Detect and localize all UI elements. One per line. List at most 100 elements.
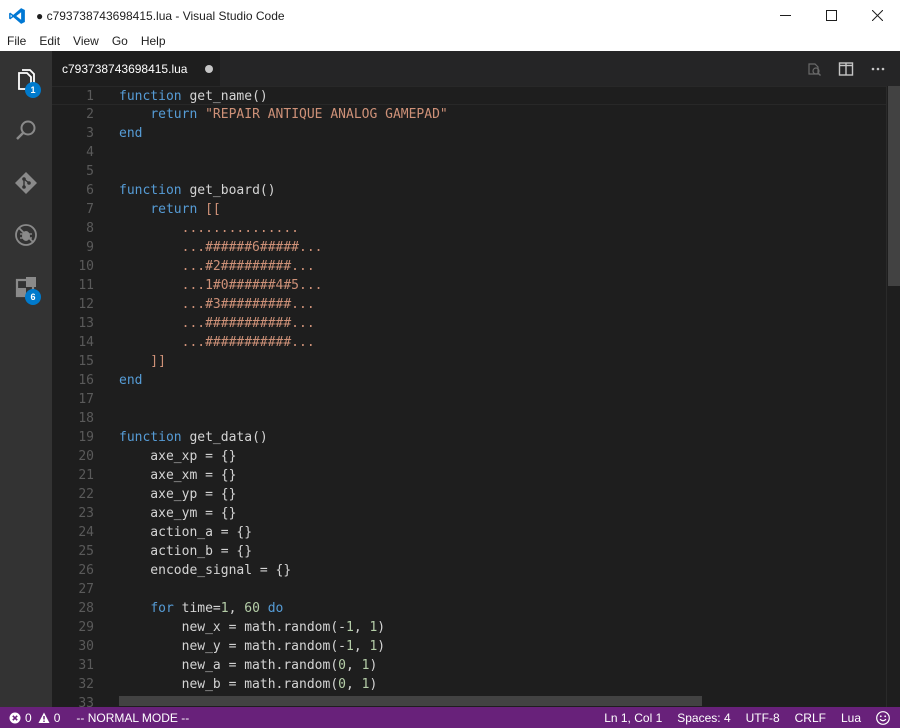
menu-go[interactable]: Go [105,34,134,48]
line-number: 22 [78,487,94,502]
close-button[interactable] [854,0,900,31]
editor-actions [798,51,894,86]
error-icon [9,712,21,723]
unsaved-dot-icon[interactable] [205,64,213,73]
line-number: 17 [78,392,94,407]
line-code: axe_xm = {} [119,468,237,483]
code-line[interactable]: 28 for time=1, 60 do [52,599,886,618]
language-mode[interactable]: Lua [841,711,861,725]
split-editor-button[interactable] [830,51,862,86]
menu-bar: File Edit View Go Help [0,31,900,51]
code-line[interactable]: 9 ...######6#####... [52,238,886,257]
line-ending[interactable]: CRLF [795,711,826,725]
close-icon [871,10,883,21]
line-number: 6 [86,183,94,198]
maximize-button[interactable] [808,0,854,31]
line-code: ...1#0######4#5... [119,278,323,293]
menu-file[interactable]: File [0,34,32,48]
encoding[interactable]: UTF-8 [746,711,780,725]
code-line[interactable]: 15 ]] [52,352,886,371]
source-control-button[interactable] [0,158,52,208]
line-code: axe_ym = {} [119,506,237,521]
code-line[interactable]: 6 function get_board() [52,181,886,200]
code-line[interactable]: 11 ...1#0######4#5... [52,276,886,295]
code-line[interactable]: 22 axe_yp = {} [52,485,886,504]
more-actions-button[interactable] [862,51,894,86]
line-code: end [119,373,143,388]
explorer-button[interactable]: 1 [0,55,52,105]
line-code: new_x = math.random(-1, 1) [119,620,386,635]
menu-help[interactable]: Help [134,34,172,48]
editor-tab[interactable]: c793738743698415.lua [52,51,220,86]
debug-button[interactable] [0,210,52,260]
line-code: new_a = math.random(0, 1) [119,658,378,673]
minimize-button[interactable] [762,0,808,31]
menu-view[interactable]: View [66,34,105,48]
search-icon [16,120,36,140]
code-line[interactable]: 1 function get_name() [52,86,886,105]
ellipsis-icon [871,67,885,70]
extensions-button[interactable]: 6 [0,262,52,312]
line-number: 5 [86,164,94,179]
line-code: ...######6#####... [119,240,323,255]
line-number: 23 [78,506,94,521]
code-line[interactable]: 27 [52,580,886,599]
code-line[interactable]: 26 encode_signal = {} [52,561,886,580]
code-line[interactable]: 29 new_x = math.random(-1, 1) [52,618,886,637]
vim-mode: -- NORMAL MODE -- [76,710,190,725]
line-code: encode_signal = {} [119,563,292,578]
code-line[interactable]: 17 [52,390,886,409]
line-number: 25 [78,544,94,559]
code-line[interactable]: 7 return [[ [52,200,886,219]
line-code: axe_yp = {} [119,487,237,502]
code-line[interactable]: 12 ...#3#########... [52,295,886,314]
tab-label: c793738743698415.lua [62,61,188,76]
warning-icon [38,712,50,723]
code-line[interactable]: 24 action_a = {} [52,523,886,542]
line-code: for time=1, 60 do [150,601,284,616]
code-line[interactable]: 16 end [52,371,886,390]
cursor-position[interactable]: Ln 1, Col 1 [604,711,662,725]
feedback-smiley-icon[interactable] [876,710,890,725]
code-line[interactable]: 19 function get_data() [52,428,886,447]
code-line[interactable]: 18 [52,409,886,428]
code-line[interactable]: 2 return "REPAIR ANTIQUE ANALOG GAMEPAD" [52,105,886,124]
line-code: ...#2#########... [119,259,315,274]
line-code: action_a = {} [119,525,253,540]
explorer-badge: 1 [25,82,41,98]
code-line[interactable]: 5 [52,162,886,181]
vertical-scroll-thumb[interactable] [888,86,900,286]
open-changes-button[interactable] [798,51,830,86]
search-button[interactable] [0,106,52,156]
error-count: 0 [25,710,32,725]
code-line[interactable]: 21 axe_xm = {} [52,466,886,485]
line-number: 28 [78,601,94,616]
line-number: 12 [78,297,94,312]
code-line[interactable]: 23 axe_ym = {} [52,504,886,523]
line-number: 27 [78,582,94,597]
code-line[interactable]: 8 ............... [52,219,886,238]
code-line[interactable]: 4 [52,143,886,162]
code-line[interactable]: 13 ...###########... [52,314,886,333]
menu-edit[interactable]: Edit [32,34,66,48]
code-line[interactable]: 25 action_b = {} [52,542,886,561]
line-code: return "REPAIR ANTIQUE ANALOG GAMEPAD" [150,107,448,122]
line-code: function get_board() [119,183,276,198]
code-editor[interactable]: 1 function get_name() 2 return "REPAIR ANT… [52,86,900,707]
code-line[interactable]: 20 axe_xp = {} [52,447,886,466]
code-line[interactable]: 3 end [52,124,886,143]
code-line[interactable]: 31 new_a = math.random(0, 1) [52,656,886,675]
line-code: end [119,126,143,141]
vertical-scrollbar[interactable] [886,86,900,707]
code-line[interactable]: 32 new_b = math.random(0, 1) [52,675,886,694]
git-icon [15,172,37,194]
code-line[interactable]: 14 ...###########... [52,333,886,352]
line-code: function get_name() [119,89,268,104]
problems-indicator[interactable]: 0 0 [9,711,60,725]
line-number: 20 [78,449,94,464]
indentation[interactable]: Spaces: 4 [677,711,730,725]
code-line[interactable]: 10 ...#2#########... [52,257,886,276]
code-line[interactable]: 30 new_y = math.random(-1, 1) [52,637,886,656]
line-code: action_b = {} [119,544,253,559]
horizontal-scroll-thumb[interactable] [119,696,702,706]
